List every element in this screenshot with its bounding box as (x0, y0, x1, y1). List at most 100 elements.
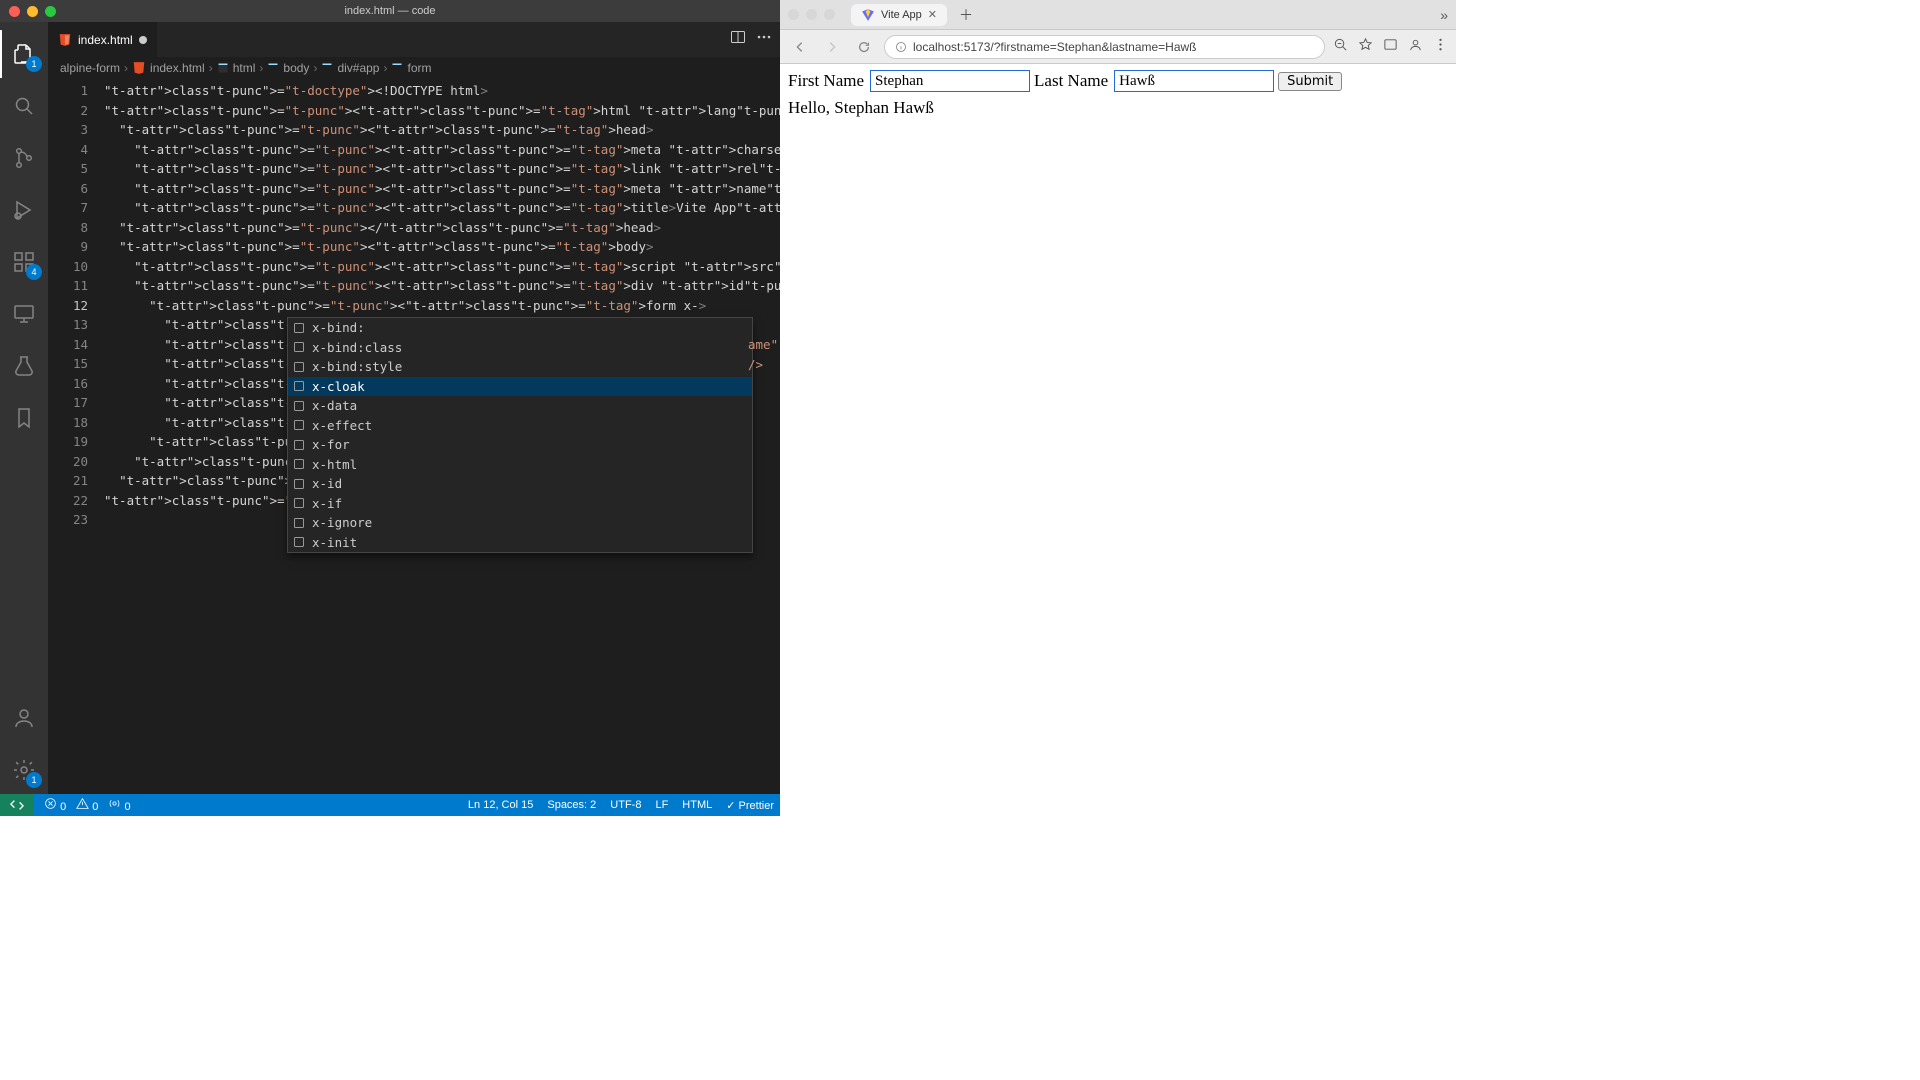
new-tab-button[interactable]: ＋ (955, 5, 977, 25)
tab-index-html[interactable]: index.html (48, 22, 158, 57)
status-language[interactable]: HTML (682, 799, 712, 811)
zoom-icon[interactable] (1333, 37, 1348, 57)
lastname-label: Last Name (1034, 71, 1108, 91)
suggest-kind-icon (292, 516, 306, 530)
lastname-input[interactable] (1114, 70, 1274, 92)
profile-icon[interactable] (1408, 37, 1423, 57)
browser-menu-icon[interactable]: » (1440, 7, 1448, 23)
suggest-kind-icon (292, 379, 306, 393)
breadcrumb-item[interactable]: div#app (321, 61, 379, 75)
back-button[interactable] (788, 35, 812, 59)
tab-modified-indicator (139, 36, 147, 44)
bookmarks-icon[interactable] (0, 394, 48, 442)
browser-close-button[interactable] (788, 9, 799, 20)
status-cursor[interactable]: Ln 12, Col 15 (468, 799, 533, 811)
source-control-icon[interactable] (0, 134, 48, 182)
suggest-item[interactable]: x-bind:class (288, 338, 752, 358)
settings-gear-icon[interactable]: 1 (0, 746, 48, 794)
extensions-badge: 4 (26, 264, 42, 280)
demo-form: First Name Last Name Submit (788, 70, 1448, 92)
minimize-window-button[interactable] (27, 6, 38, 17)
browser-minimize-button[interactable] (806, 9, 817, 20)
suggest-kind-icon (292, 360, 306, 374)
suggest-kind-icon (292, 438, 306, 452)
firstname-label: First Name (788, 71, 864, 91)
suggest-item[interactable]: x-bind:style (288, 357, 752, 377)
line-gutter: 1234567891011121314151617181920212223 (48, 79, 104, 530)
suggest-item[interactable]: x-data (288, 396, 752, 416)
titlebar: index.html — code (0, 0, 780, 22)
accounts-icon[interactable] (0, 694, 48, 742)
breadcrumbs[interactable]: alpine-form› index.html› html› body› div… (48, 57, 780, 79)
suggest-kind-icon (292, 399, 306, 413)
vite-favicon-icon (861, 8, 875, 22)
suggest-kind-icon (292, 477, 306, 491)
autocomplete-popup[interactable]: x-bind:x-bind:classx-bind:stylex-cloakx-… (287, 317, 753, 553)
window-title: index.html — code (344, 5, 435, 17)
settings-badge: 1 (26, 772, 42, 788)
run-debug-icon[interactable] (0, 186, 48, 234)
suggest-item[interactable]: x-id (288, 474, 752, 494)
breadcrumb-item[interactable]: alpine-form (60, 61, 120, 75)
forward-button[interactable] (820, 35, 844, 59)
suggest-item[interactable]: x-cloak (288, 377, 752, 397)
tab-filename: index.html (78, 33, 133, 47)
suggest-item[interactable]: x-for (288, 435, 752, 455)
testing-icon[interactable] (0, 342, 48, 390)
suggest-kind-icon (292, 496, 306, 510)
firstname-input[interactable] (870, 70, 1030, 92)
extensions-icon[interactable]: 4 (0, 238, 48, 286)
suggest-kind-icon (292, 457, 306, 471)
status-ports[interactable]: 0 (108, 797, 130, 813)
suggest-item[interactable]: x-effect (288, 416, 752, 436)
breadcrumb-item[interactable]: form (391, 61, 431, 75)
extensions-puzzle-icon[interactable] (1383, 37, 1398, 57)
breadcrumb-item[interactable]: index.html (132, 61, 205, 75)
reload-button[interactable] (852, 35, 876, 59)
url-text: localhost:5173/?firstname=Stephan&lastna… (913, 40, 1197, 54)
code-overlay-hint: ame" /> (748, 335, 780, 374)
breadcrumb-item[interactable]: body (267, 61, 309, 75)
suggest-kind-icon (292, 535, 306, 549)
code-editor[interactable]: 1234567891011121314151617181920212223 "t… (48, 79, 780, 794)
browser-tabbar: Vite App ✕ ＋ » (780, 0, 1456, 30)
suggest-kind-icon (292, 418, 306, 432)
remote-explorer-icon[interactable] (0, 290, 48, 338)
browser-tab[interactable]: Vite App ✕ (851, 4, 947, 26)
maximize-window-button[interactable] (45, 6, 56, 17)
page-content: First Name Last Name Submit Hello, Steph… (780, 64, 1456, 816)
browser-maximize-button[interactable] (824, 9, 835, 20)
tab-close-icon[interactable]: ✕ (928, 8, 937, 21)
breadcrumb-item[interactable]: html (217, 61, 256, 75)
browser-tab-title: Vite App (881, 9, 922, 21)
suggest-item[interactable]: x-ignore (288, 513, 752, 533)
suggest-item[interactable]: x-init (288, 533, 752, 553)
status-warnings[interactable]: 0 (76, 797, 98, 813)
explorer-icon[interactable]: 1 (0, 30, 48, 78)
status-eol[interactable]: LF (655, 799, 668, 811)
address-bar[interactable]: localhost:5173/?firstname=Stephan&lastna… (884, 35, 1325, 59)
site-info-icon (895, 41, 907, 53)
overflow-menu-icon[interactable] (1433, 37, 1448, 57)
remote-indicator[interactable] (0, 794, 34, 816)
suggest-kind-icon (292, 340, 306, 354)
status-spaces[interactable]: Spaces: 2 (547, 799, 596, 811)
explorer-badge: 1 (26, 56, 42, 72)
status-prettier[interactable]: ✓ Prettier (726, 799, 774, 812)
status-encoding[interactable]: UTF-8 (610, 799, 641, 811)
more-actions-icon[interactable] (756, 29, 772, 50)
submit-button[interactable]: Submit (1278, 72, 1342, 91)
editor-tabbar: index.html (48, 22, 780, 57)
status-bar: 0 0 0 Ln 12, Col 15 Spaces: 2 UTF-8 LF H… (0, 794, 780, 816)
suggest-item[interactable]: x-bind: (288, 318, 752, 338)
vscode-window: index.html — code 1 4 (0, 0, 780, 816)
split-editor-icon[interactable] (730, 29, 746, 50)
bookmark-star-icon[interactable] (1358, 37, 1373, 57)
suggest-item[interactable]: x-html (288, 455, 752, 475)
suggest-kind-icon (292, 321, 306, 335)
close-window-button[interactable] (9, 6, 20, 17)
html-file-icon (58, 33, 72, 47)
search-icon[interactable] (0, 82, 48, 130)
status-errors[interactable]: 0 (44, 797, 66, 813)
suggest-item[interactable]: x-if (288, 494, 752, 514)
